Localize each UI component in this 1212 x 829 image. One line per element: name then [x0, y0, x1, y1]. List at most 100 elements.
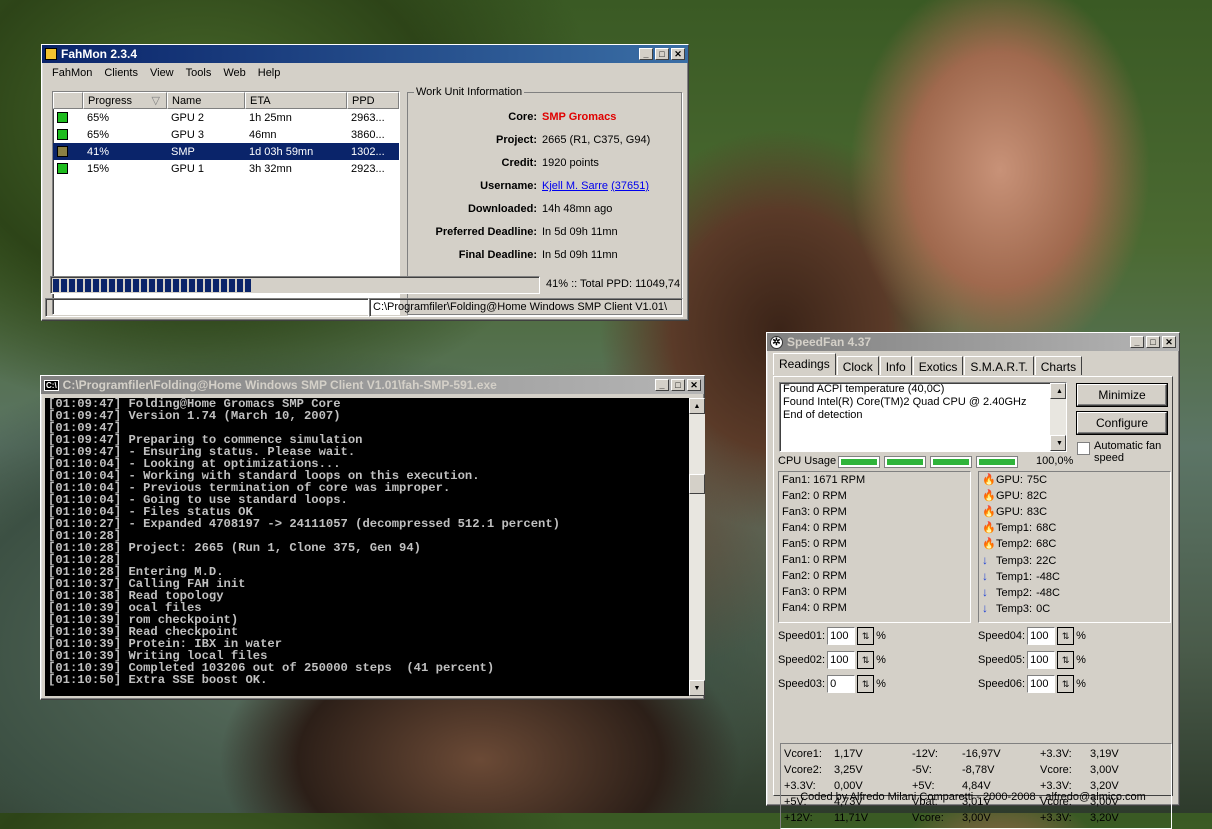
- col-name[interactable]: Name: [167, 92, 245, 109]
- minimize-icon[interactable]: _: [639, 48, 653, 60]
- down-arrow-icon: ↓: [982, 569, 988, 583]
- speedfan-titlebar[interactable]: ✲ SpeedFan 4.37 _ □ ✕: [767, 333, 1179, 351]
- maximize-icon[interactable]: □: [655, 48, 669, 60]
- speedfan-tabs: Readings Clock Info Exotics S.M.A.R.T. C…: [773, 353, 1083, 375]
- scroll-down-icon[interactable]: ▼: [1050, 435, 1066, 451]
- scroll-thumb[interactable]: [689, 474, 705, 494]
- col-status[interactable]: [53, 92, 83, 109]
- status-icon: [57, 112, 68, 123]
- close-icon[interactable]: ✕: [1162, 336, 1176, 348]
- team-link[interactable]: (37651): [611, 180, 649, 192]
- speed-control: Speed01: ⇅%: [778, 627, 886, 645]
- maximize-icon[interactable]: □: [671, 379, 685, 391]
- spinner-icon[interactable]: ⇅: [1057, 675, 1075, 693]
- temp-label: Temp3:: [996, 603, 1033, 615]
- progress-block: [133, 279, 139, 292]
- cell-progress: 15%: [87, 162, 110, 175]
- fahmon-titlebar[interactable]: FahMon 2.3.4 _ □ ✕: [42, 45, 688, 63]
- tab-smart[interactable]: S.M.A.R.T.: [964, 356, 1034, 375]
- minimize-button[interactable]: Minimize: [1076, 383, 1168, 407]
- speed-label: Speed03:: [778, 678, 826, 690]
- configure-button[interactable]: Configure: [1076, 411, 1168, 435]
- scroll-up-icon[interactable]: ▲: [1050, 383, 1066, 399]
- voltage-reading: +12V: 11,71V: [784, 810, 868, 826]
- spinner-icon[interactable]: ⇅: [1057, 651, 1075, 669]
- voltage-value: 3,00V: [962, 812, 991, 824]
- username-link[interactable]: Kjell M. Sarre: [542, 180, 608, 192]
- minimize-icon[interactable]: _: [1130, 336, 1144, 348]
- speed-input[interactable]: [827, 627, 856, 645]
- spinner-icon[interactable]: ⇅: [857, 651, 875, 669]
- fahmon-menubar: FahMon Clients View Tools Web Help: [42, 63, 688, 82]
- speed-label: Speed04:: [978, 630, 1026, 642]
- project-label: Project:: [496, 134, 537, 146]
- console-output[interactable]: [01:09:47] Folding@Home Gromacs SMP Core…: [45, 398, 689, 696]
- tab-charts[interactable]: Charts: [1034, 356, 1083, 375]
- table-row[interactable]: 65% GPU 2 1h 25mn 2963...: [53, 109, 399, 126]
- minimize-icon[interactable]: _: [655, 379, 669, 391]
- speed-input[interactable]: [827, 675, 856, 693]
- desktop: { "fahmon":{ "title":"FahMon 2.3.4", "me…: [0, 0, 1212, 829]
- fan-reading: Fan2: 0 RPM: [782, 490, 847, 502]
- table-row[interactable]: 41% SMP 1d 03h 59mn 1302...: [53, 143, 399, 160]
- voltage-value: -16,97V: [962, 748, 1001, 760]
- tab-clock[interactable]: Clock: [836, 356, 879, 375]
- temp-reading: 🔥GPU: 75C: [979, 472, 1170, 488]
- console-titlebar[interactable]: C:\ C:\Programfiler\Folding@Home Windows …: [41, 376, 704, 394]
- temp-label: Temp3:: [996, 555, 1033, 567]
- voltage-column: +3.3V: 3,19V Vcore: 3,00V +3.3V: 3,20V Vcore: 3…: [1040, 746, 1119, 826]
- voltage-label: -12V:: [912, 748, 938, 760]
- status-cell: [53, 146, 83, 157]
- col-progress[interactable]: Progress ▽: [83, 92, 167, 109]
- speed-input[interactable]: [1027, 675, 1056, 693]
- speedfan-window: ✲ SpeedFan 4.37 _ □ ✕ Readings Clock Info…: [766, 332, 1180, 829]
- close-icon[interactable]: ✕: [671, 48, 685, 60]
- spinner-icon[interactable]: ⇅: [857, 675, 875, 693]
- tab-readings[interactable]: Readings: [773, 353, 836, 375]
- fan-reading: Fan2: 0 RPM: [782, 570, 847, 582]
- menu-web[interactable]: Web: [217, 67, 251, 79]
- col-eta[interactable]: ETA: [245, 92, 347, 109]
- table-row[interactable]: 65% GPU 3 46mn 3860...: [53, 126, 399, 143]
- tab-info[interactable]: Info: [879, 356, 912, 375]
- speed-input[interactable]: [827, 651, 856, 669]
- log-line: Found ACPI temperature (40,0C): [783, 383, 945, 395]
- scroll-down-icon[interactable]: ▼: [689, 680, 705, 696]
- scroll-up-icon[interactable]: ▲: [689, 398, 705, 414]
- sort-desc-icon: ▽: [151, 95, 160, 107]
- menu-fahmon[interactable]: FahMon: [46, 67, 98, 79]
- speed-control: Speed03: ⇅%: [778, 675, 886, 693]
- cell-eta: 1h 25mn: [249, 111, 292, 124]
- auto-fan-checkbox[interactable]: [1077, 442, 1090, 455]
- temp-value: 0C: [1036, 603, 1051, 615]
- spinner-icon[interactable]: ⇅: [1057, 627, 1075, 645]
- cell-name: GPU 1: [171, 162, 205, 175]
- status-bar: C:\Programfiler\Folding@Home Windows SMP…: [45, 298, 685, 317]
- menu-help[interactable]: Help: [252, 67, 287, 79]
- temp-value: 83C: [1026, 506, 1048, 518]
- voltage-reading: -12V: -16,97V: [912, 746, 1001, 762]
- core-label: Core:: [508, 111, 537, 123]
- progress-block: [69, 279, 75, 292]
- spinner-icon[interactable]: ⇅: [857, 627, 875, 645]
- table-row[interactable]: 15% GPU 1 3h 32mn 2923...: [53, 160, 399, 177]
- menu-tools[interactable]: Tools: [180, 67, 218, 79]
- auto-fan-option[interactable]: Automatic fan speed: [1077, 440, 1172, 464]
- speed-input[interactable]: [1027, 627, 1056, 645]
- maximize-icon[interactable]: □: [1146, 336, 1160, 348]
- col-ppd[interactable]: PPD: [347, 92, 399, 109]
- menu-view[interactable]: View: [144, 67, 180, 79]
- detection-log[interactable]: Found ACPI temperature (40,0C) Found Int…: [779, 382, 1067, 452]
- console-scrollbar[interactable]: ▲ ▼: [689, 398, 705, 696]
- speed-input[interactable]: [1027, 651, 1056, 669]
- menu-clients[interactable]: Clients: [98, 67, 144, 79]
- temp-value: 68C: [1036, 522, 1057, 534]
- cpu-core-bar: [884, 456, 926, 468]
- temp-label: Temp1:: [996, 522, 1033, 534]
- log-scrollbar[interactable]: ▲ ▼: [1050, 383, 1066, 451]
- tab-exotics[interactable]: Exotics: [912, 356, 964, 375]
- console-line: [01:09:47] Version 1.74 (March 10, 2007): [48, 409, 341, 423]
- close-icon[interactable]: ✕: [687, 379, 701, 391]
- temp-reading: ↓ Temp3: 22C: [979, 552, 1170, 568]
- status-path: C:\Programfiler\Folding@Home Windows SMP…: [369, 298, 683, 317]
